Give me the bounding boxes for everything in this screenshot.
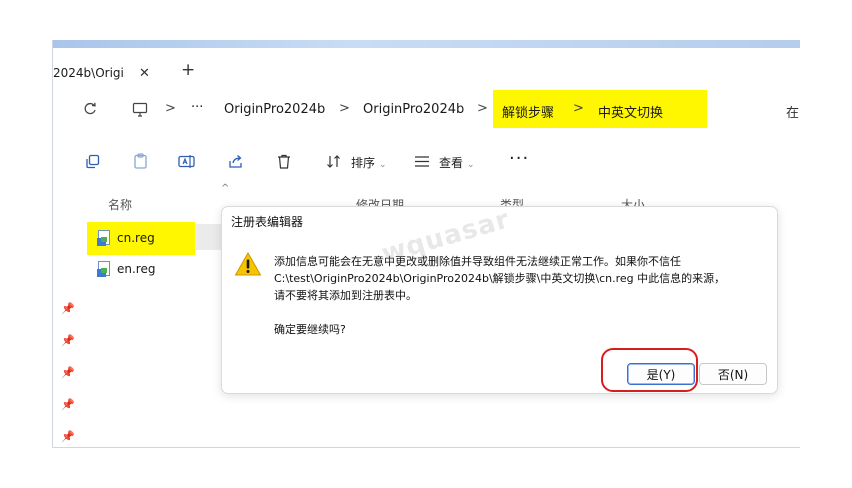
copy-icon[interactable] xyxy=(83,152,101,170)
list-item[interactable]: cn.reg xyxy=(97,230,155,246)
breadcrumb-separator: > xyxy=(573,101,584,116)
breadcrumb-item-2[interactable]: OriginPro2024b xyxy=(363,102,464,117)
address-bar: > ··· OriginPro2024b > OriginPro2024b > … xyxy=(53,88,800,132)
breadcrumb-separator: > xyxy=(477,101,488,116)
sort-label: 排序 xyxy=(351,156,376,170)
view-button[interactable]: 查看 ⌄ xyxy=(439,154,475,171)
more-options-button[interactable]: ··· xyxy=(509,148,529,169)
breadcrumb-separator: > xyxy=(339,101,350,116)
file-name: en.reg xyxy=(117,262,156,276)
this-pc-icon[interactable] xyxy=(131,100,149,118)
close-icon[interactable]: ✕ xyxy=(139,66,150,81)
share-icon[interactable] xyxy=(227,152,245,170)
no-button[interactable]: 否(N) xyxy=(699,363,767,385)
list-item[interactable]: en.reg xyxy=(97,261,155,277)
dialog-message-line: 请不要将其添加到注册表中。 xyxy=(274,289,417,302)
dialog-title: 注册表编辑器 xyxy=(231,215,304,229)
window-top-bar xyxy=(53,40,800,48)
view-label: 查看 xyxy=(439,156,464,170)
pin-icon[interactable]: 📌 xyxy=(61,302,75,315)
file-name: cn.reg xyxy=(117,231,155,245)
pin-icon[interactable]: 📌 xyxy=(61,398,75,411)
dialog-message-line: 添加信息可能会在无意中更改或删除值并导致组件无法继续正常工作。如果你不信任 xyxy=(274,255,681,268)
chevron-down-icon: ⌄ xyxy=(379,160,387,170)
registry-file-icon xyxy=(97,261,111,277)
delete-icon[interactable] xyxy=(275,152,293,170)
new-tab-button[interactable]: + xyxy=(181,60,195,80)
rename-icon[interactable] xyxy=(177,152,195,170)
dialog-confirm-text: 确定要继续吗? xyxy=(274,323,346,336)
column-header-name[interactable]: 名称 xyxy=(108,196,132,213)
warning-icon xyxy=(234,251,262,277)
view-icon[interactable] xyxy=(413,152,431,170)
refresh-icon[interactable] xyxy=(81,100,99,118)
tab-title: 2024b\Origin xyxy=(53,66,125,80)
paste-icon[interactable] xyxy=(131,152,149,170)
dialog-message: 添加信息可能会在无意中更改或删除值并导致组件无法继续正常工作。如果你不信任 C:… xyxy=(274,253,769,304)
annotation-circle xyxy=(601,348,698,392)
sort-indicator-icon: ^ xyxy=(221,183,230,194)
breadcrumb-separator: > xyxy=(165,101,176,116)
dialog-message-line: C:\test\OriginPro2024b\OriginPro2024b\解锁… xyxy=(274,272,726,285)
search-box-hint[interactable]: 在 xyxy=(786,102,799,121)
pin-icon[interactable]: 📌 xyxy=(61,366,75,379)
chevron-down-icon: ⌄ xyxy=(467,160,475,170)
command-bar: 排序 ⌄ 查看 ⌄ ··· xyxy=(53,148,800,178)
registry-file-icon xyxy=(97,230,111,246)
breadcrumb-ellipsis[interactable]: ··· xyxy=(191,100,203,115)
selected-row-background xyxy=(195,224,221,250)
pin-icon[interactable]: 📌 xyxy=(61,334,75,347)
breadcrumb-item-3[interactable]: 解锁步骤 xyxy=(502,102,554,121)
breadcrumb-item-1[interactable]: OriginPro2024b xyxy=(224,102,325,117)
breadcrumb-item-4[interactable]: 中英文切换 xyxy=(598,102,663,121)
sort-button[interactable]: 排序 ⌄ xyxy=(351,154,387,171)
sort-icon[interactable] xyxy=(325,152,343,170)
tab-current[interactable]: 2024b\Origin ✕ xyxy=(53,58,169,88)
pin-icon[interactable]: 📌 xyxy=(61,430,75,443)
